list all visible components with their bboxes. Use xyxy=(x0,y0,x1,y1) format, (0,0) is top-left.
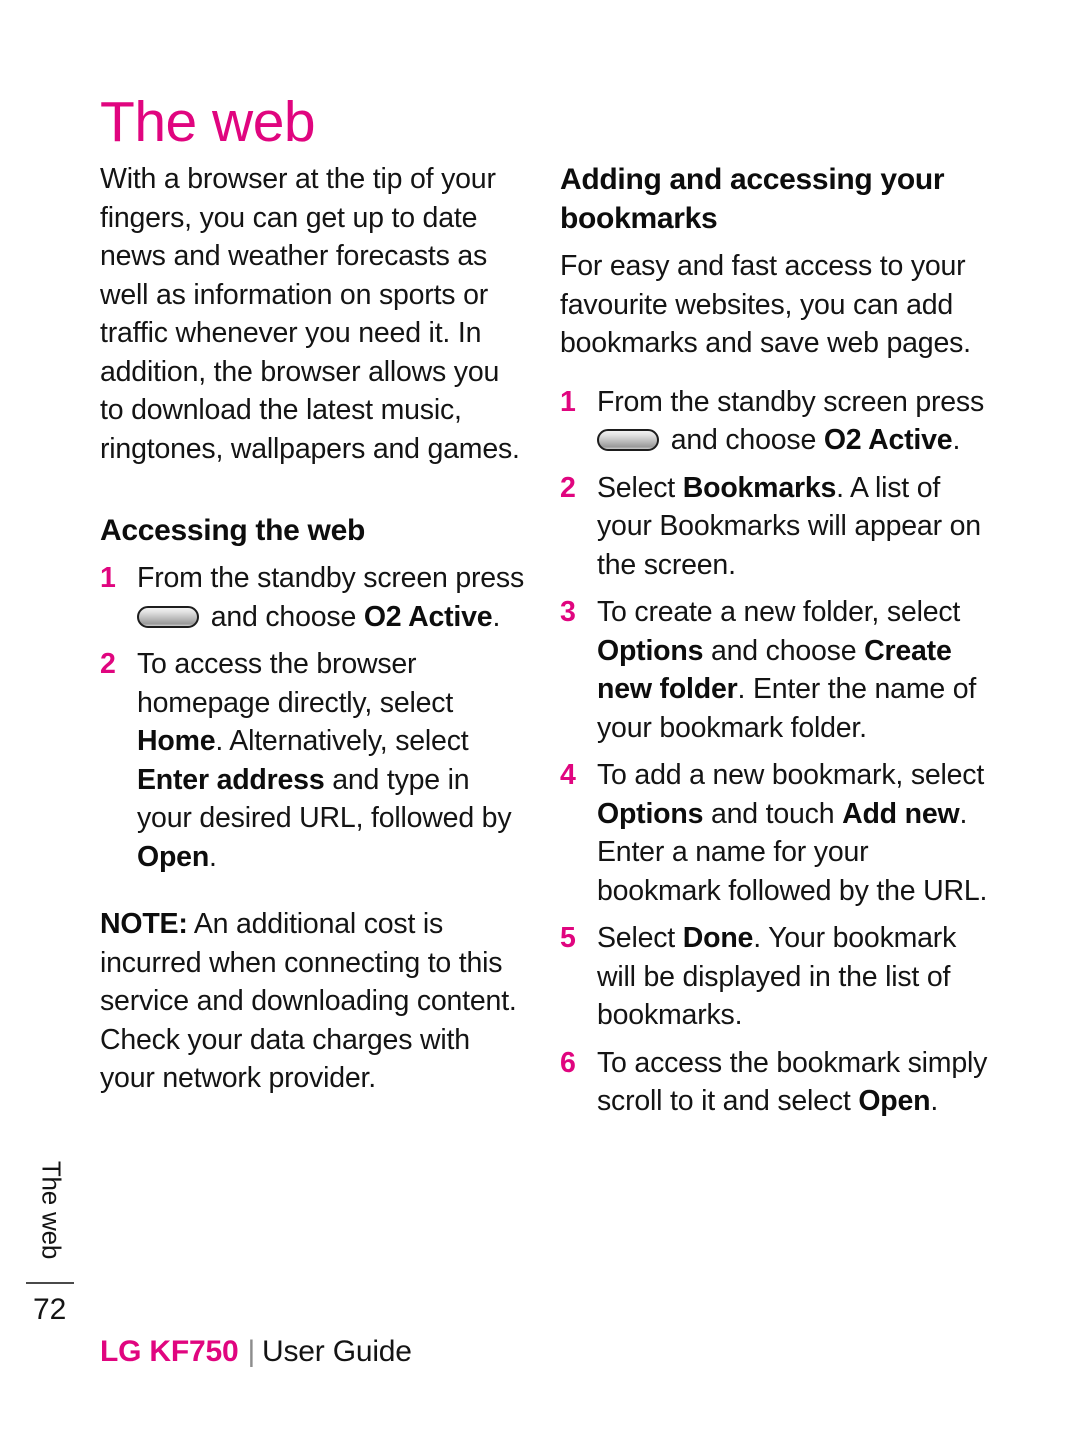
emphasis-text: O2 Active xyxy=(823,424,953,456)
emphasis-text: Options xyxy=(597,634,704,667)
note-label: NOTE: xyxy=(100,908,188,940)
step-item: 6 To access the bookmark simply scroll to… xyxy=(560,1044,990,1121)
emphasis-text: Enter address xyxy=(137,763,325,796)
step-number: 4 xyxy=(560,759,576,791)
step-item: 3 To create a new folder, select Options … xyxy=(560,593,990,747)
emphasis-text: Bookmarks xyxy=(682,471,837,504)
page-number: 72 xyxy=(33,1293,67,1326)
hard-key-capsule-glyph xyxy=(137,605,199,628)
step-number: 5 xyxy=(560,922,576,954)
step-text: . xyxy=(952,424,961,456)
intro-paragraph: With a browser at the tip of your finger… xyxy=(100,163,520,465)
step-text: From the standby screen press xyxy=(137,562,525,594)
chapter-side-tab: The web xyxy=(34,1145,68,1275)
step-number: 2 xyxy=(560,471,576,504)
step-item: 5 Select Done. Your bookmark will be disp… xyxy=(560,919,990,1035)
step-text: Select xyxy=(597,922,683,954)
emphasis-text: O2 Active xyxy=(363,600,493,633)
emphasis-text: Options xyxy=(597,797,704,830)
emphasis-text: Open xyxy=(137,840,210,873)
step-number: 2 xyxy=(100,648,116,680)
footer: LG KF750 | User Guide xyxy=(100,1335,412,1369)
footer-separator: | xyxy=(247,1335,256,1368)
step-item: 4 To add a new bookmark, select Options a… xyxy=(560,756,990,910)
step-text: and choose xyxy=(203,600,364,633)
step-text: To add a new bookmark, select xyxy=(597,759,985,791)
step-text: To access the browser homepage directly,… xyxy=(137,648,454,719)
section-heading-adding-bookmarks: Adding and accessing your bookmarks xyxy=(560,163,945,235)
chapter-side-tab-label: The web xyxy=(36,1160,67,1260)
page-title: The web xyxy=(100,90,316,155)
step-number: 3 xyxy=(560,596,576,628)
hard-key-capsule-icon xyxy=(597,424,663,456)
step-text: and choose xyxy=(663,424,824,456)
emphasis-text: Open xyxy=(858,1085,931,1117)
step-text: and choose xyxy=(703,634,865,667)
footer-brand: LG KF750 xyxy=(100,1335,239,1368)
hard-key-capsule-glyph xyxy=(597,429,659,451)
left-column: With a browser at the tip of your finger… xyxy=(100,160,530,1098)
steps-list-bookmarks: 1 From the standby screen press and choos… xyxy=(560,383,990,1121)
step-text: Select xyxy=(597,471,683,504)
bookmarks-intro-paragraph: For easy and fast access to your favouri… xyxy=(560,250,971,359)
side-tab-divider xyxy=(26,1282,74,1284)
step-text: . xyxy=(492,600,501,633)
section-heading-accessing-the-web: Accessing the web xyxy=(100,514,365,547)
emphasis-text: Home xyxy=(137,725,216,757)
manual-page: The web With a browser at the tip of you… xyxy=(0,0,1080,1439)
hard-key-capsule-icon xyxy=(137,601,203,633)
steps-list-accessing-the-web: 1 From the standby screen press and choos… xyxy=(100,559,530,876)
emphasis-text: Done xyxy=(682,922,754,954)
step-text: and touch xyxy=(703,797,843,830)
note-paragraph: NOTE: An additional cost is incurred whe… xyxy=(100,905,530,1098)
step-text: From the standby screen press xyxy=(597,385,985,418)
step-item: 1 From the standby screen press and choos… xyxy=(560,383,990,460)
step-number: 1 xyxy=(100,562,116,594)
step-item: 1 From the standby screen press and choos… xyxy=(100,559,530,636)
step-number: 6 xyxy=(560,1046,576,1079)
step-item: 2 Select Bookmarks. A list of your Bookma… xyxy=(560,469,990,585)
footer-doc-type: User Guide xyxy=(262,1335,412,1368)
step-text: . xyxy=(930,1085,939,1117)
step-text: . Alternatively, select xyxy=(215,725,469,757)
step-text: To create a new folder, select xyxy=(597,596,961,628)
step-number: 1 xyxy=(560,385,576,418)
right-column: Adding and accessing your bookmarks For … xyxy=(560,160,990,1130)
step-item: 2 To access the browser homepage directly… xyxy=(100,645,530,876)
emphasis-text: Add new xyxy=(842,797,960,830)
step-text: . xyxy=(209,840,217,873)
